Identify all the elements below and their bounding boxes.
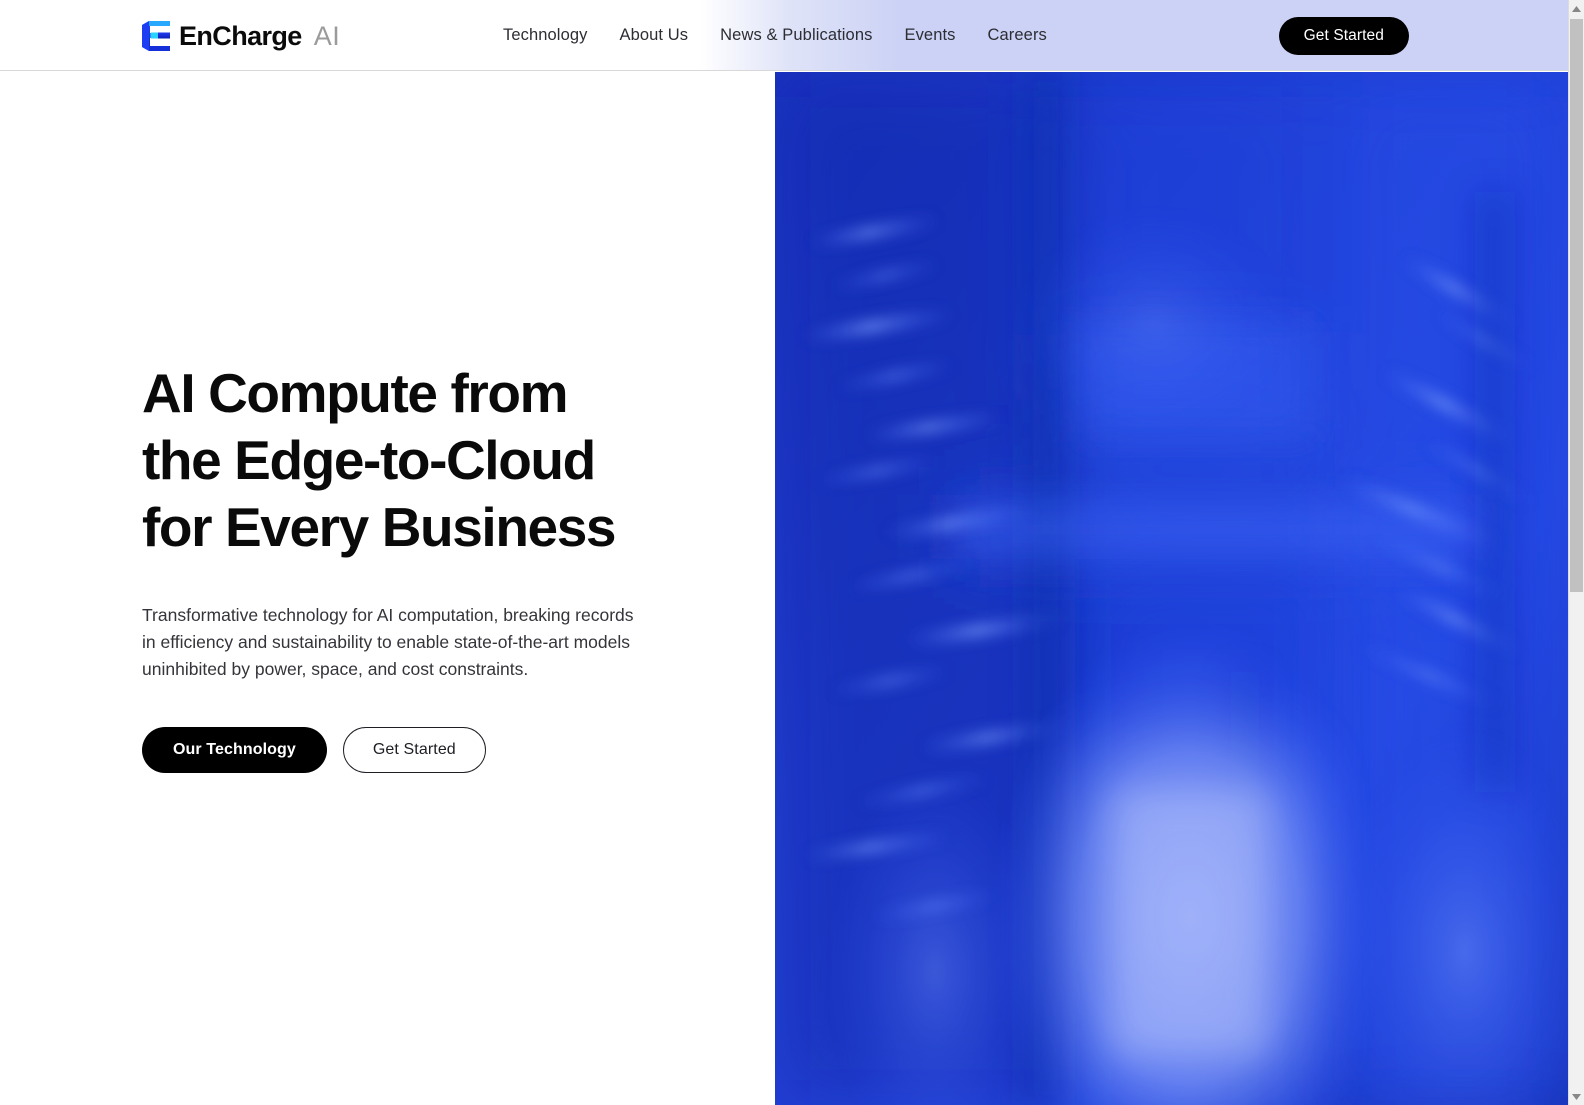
- hero-subheading: Transformative technology for AI computa…: [142, 605, 634, 679]
- nav-item-news-publications[interactable]: News & Publications: [704, 26, 888, 45]
- browser-page: EnCharge AI Technology About Us News & P…: [0, 0, 1584, 1105]
- chevron-down-icon: [1572, 1093, 1581, 1100]
- vertical-scrollbar[interactable]: [1568, 0, 1584, 1105]
- header-get-started-button[interactable]: Get Started: [1278, 17, 1409, 55]
- hero-image-art: [775, 72, 1568, 1105]
- logo-wordmark-suffix: AI: [313, 20, 341, 51]
- encharge-e-logo-icon: [142, 21, 170, 51]
- page-title: AI Compute from the Edge-to-Cloud for Ev…: [142, 362, 616, 558]
- scroll-up-arrow-button[interactable]: [1569, 0, 1584, 17]
- page-viewport: EnCharge AI Technology About Us News & P…: [0, 0, 1568, 1105]
- nav-item-events[interactable]: Events: [888, 26, 971, 45]
- hero-get-started-button[interactable]: Get Started: [342, 727, 486, 773]
- chevron-up-icon: [1572, 5, 1581, 12]
- our-technology-button[interactable]: Our Technology: [142, 727, 327, 773]
- hero-content: AI Compute from the Edge-to-Cloud for Ev…: [142, 360, 762, 773]
- primary-navigation: Technology About Us News & Publications …: [503, 0, 1063, 71]
- scroll-down-arrow-button[interactable]: [1569, 1088, 1584, 1105]
- nav-item-careers[interactable]: Careers: [972, 26, 1063, 45]
- nav-item-about-us[interactable]: About Us: [603, 26, 704, 45]
- site-logo[interactable]: EnCharge AI: [142, 18, 340, 54]
- logo-wordmark: EnCharge: [179, 20, 302, 51]
- site-header: EnCharge AI Technology About Us News & P…: [0, 0, 1568, 71]
- nav-item-technology[interactable]: Technology: [503, 26, 603, 45]
- hero-cta-row: Our Technology Get Started: [142, 727, 762, 773]
- scrollbar-thumb[interactable]: [1570, 19, 1583, 592]
- hero-background-image: [775, 72, 1568, 1105]
